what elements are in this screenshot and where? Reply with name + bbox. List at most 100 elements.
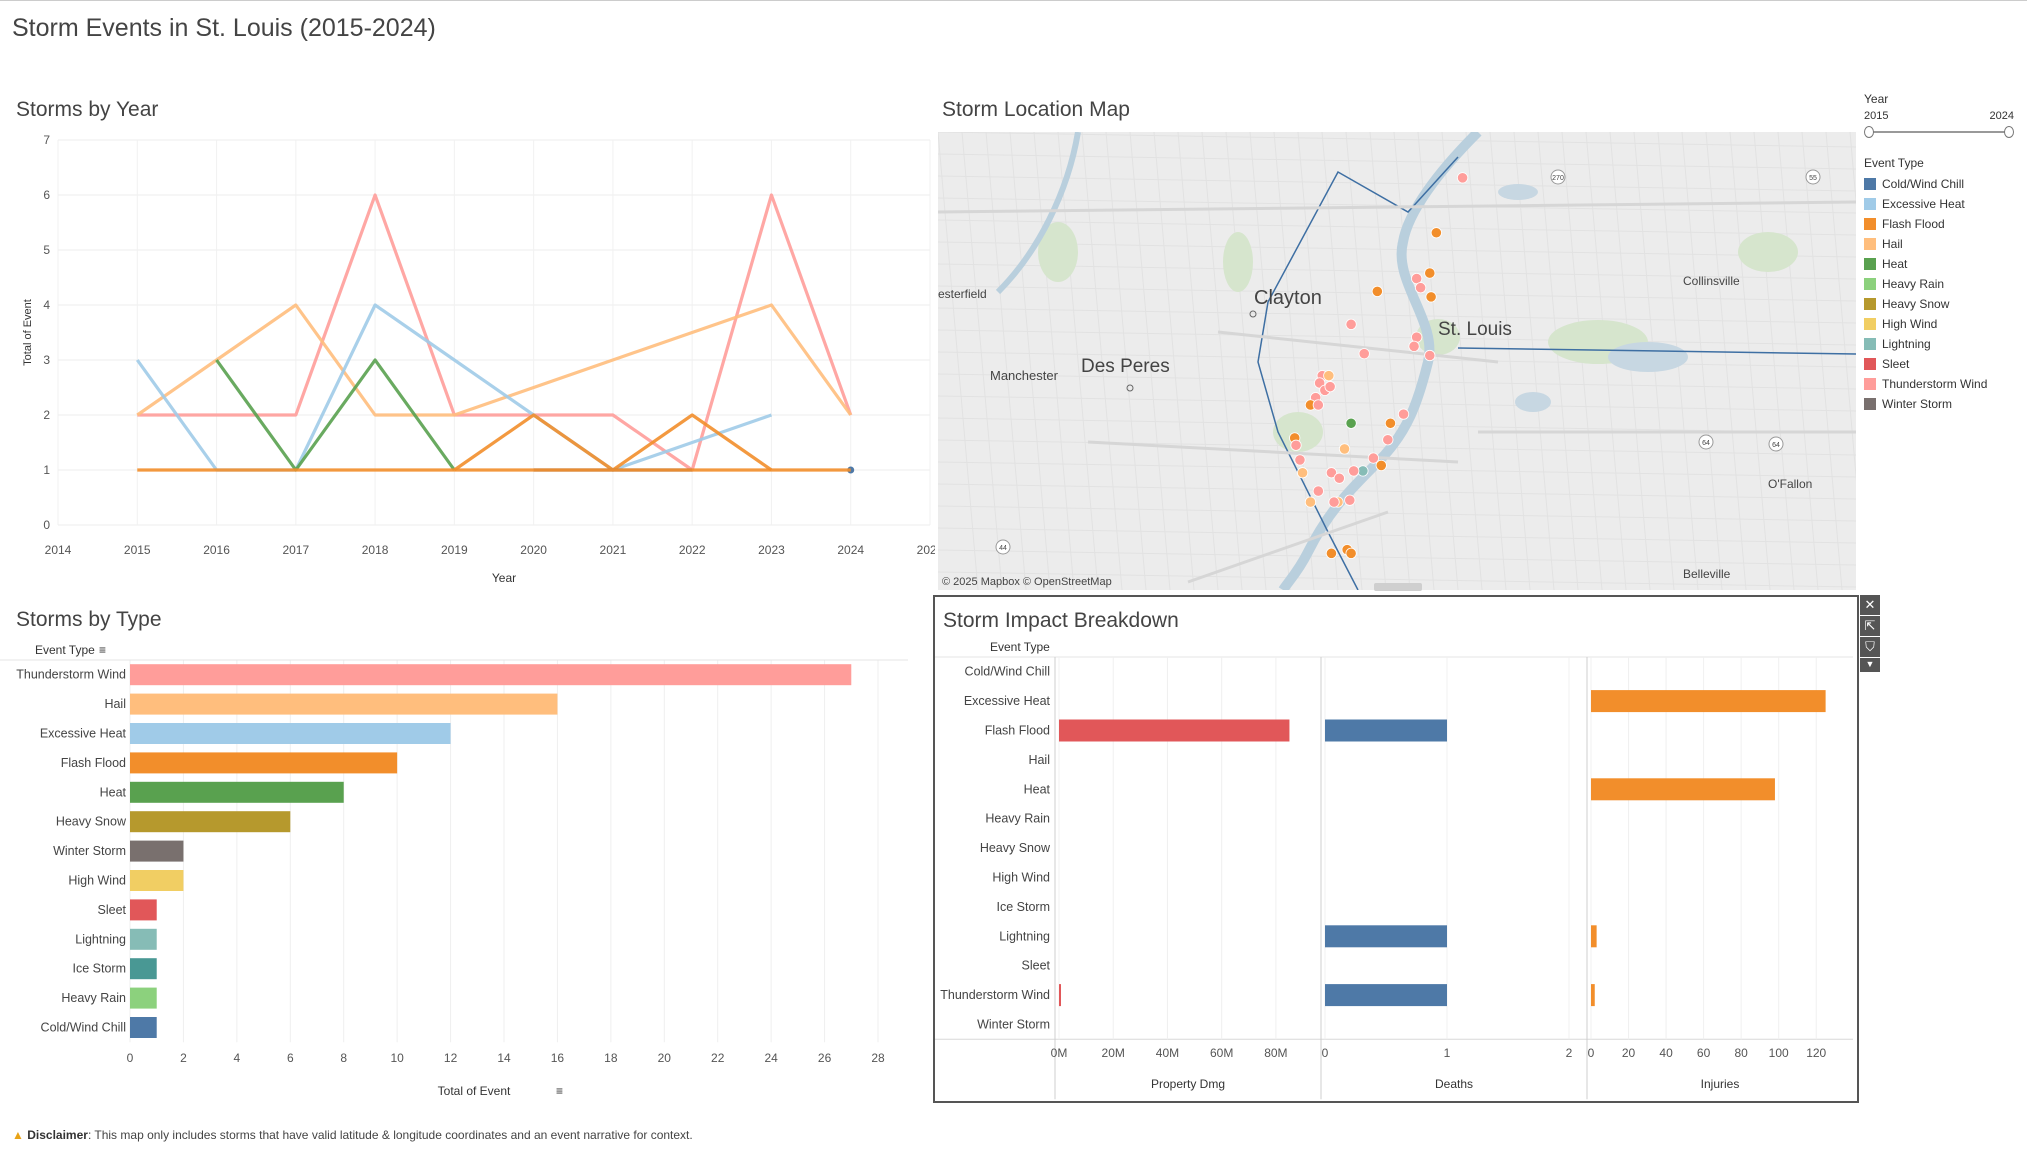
legend-swatch — [1864, 398, 1876, 410]
legend-item-excessive-heat[interactable]: Excessive Heat — [1864, 194, 2024, 214]
legend-item-thunderstorm-wind[interactable]: Thunderstorm Wind — [1864, 374, 2024, 394]
storm-point-thunderstorm-wind — [1408, 340, 1420, 352]
storm-location-map[interactable]: 270 55 64 44 64 Clayton St. Louis Des Peres Manc… — [938, 132, 1856, 590]
category-label: Flash Flood — [61, 756, 126, 770]
storm-point-hail — [1338, 443, 1351, 455]
category-label: Lightning — [999, 929, 1050, 943]
highway-shield-label: 64 — [1772, 442, 1780, 449]
x-tick-label: 2024 — [837, 543, 864, 557]
legend-swatch — [1864, 218, 1876, 230]
storm-point-flash-flood — [1424, 267, 1436, 279]
storm-point-thunderstorm-wind — [1344, 494, 1356, 506]
legend-item-hail[interactable]: Hail — [1864, 234, 2024, 254]
x-tick-label: 2015 — [124, 543, 151, 557]
bar-injuries-excessive-heat — [1591, 690, 1826, 713]
legend-item-sleet[interactable]: Sleet — [1864, 354, 2024, 374]
bar-sleet — [130, 899, 157, 921]
bar-lightning — [130, 928, 157, 950]
bar-deaths-thunderstorm-wind — [1325, 984, 1447, 1007]
legend-label: Lightning — [1882, 337, 1931, 351]
place-label-des_peres: Des Peres — [1081, 356, 1170, 377]
event-type-legend: Cold/Wind Chill Excessive Heat Flash Flood… — [1864, 174, 2024, 414]
legend-item-winter-storm[interactable]: Winter Storm — [1864, 394, 2024, 414]
bar-excessive-heat — [130, 723, 451, 744]
storms-by-type-chart[interactable]: Event Type ≡0 2 4 6 8 10 12 14 16 18 20 22 24 26 28Thun… — [0, 640, 930, 1100]
category-label: Excessive Heat — [40, 727, 127, 741]
legend-swatch — [1864, 318, 1876, 330]
filters-panel: Year 2015 2024 Event Type Cold/Wind Chil… — [1864, 92, 2024, 414]
legend-item-high-wind[interactable]: High Wind — [1864, 314, 2024, 334]
x-tick-label: 80M — [1264, 1046, 1287, 1060]
bar-deaths-lightning — [1325, 925, 1447, 948]
category-label: Hail — [1028, 753, 1050, 767]
chevron-down-icon[interactable]: ▼ — [1860, 658, 1880, 672]
x-tick-label: 2023 — [758, 543, 785, 557]
legend-item-heavy-snow[interactable]: Heavy Snow — [1864, 294, 2024, 314]
legend-item-heat[interactable]: Heat — [1864, 254, 2024, 274]
category-header: Event Type — [990, 640, 1050, 654]
storm-point-thunderstorm-wind — [1415, 282, 1427, 294]
category-label: Thunderstorm Wind — [940, 988, 1050, 1002]
legend-swatch — [1864, 378, 1876, 390]
close-icon[interactable]: ✕ — [1860, 595, 1880, 615]
place-label-manchester: Manchester — [990, 368, 1059, 383]
storm-point-thunderstorm-wind — [1397, 408, 1410, 420]
year-slider-handle-min[interactable] — [1864, 126, 1874, 138]
disclaimer-label: Disclaimer — [27, 1128, 88, 1142]
storm-impact-chart[interactable]: Event Type Cold/Wind Chill Excessive Heat F… — [935, 637, 1857, 1101]
category-label: Heavy Snow — [980, 841, 1051, 855]
legend-item-cold-wind-chill[interactable]: Cold/Wind Chill — [1864, 174, 2024, 194]
filter-icon[interactable]: ⛉ — [1860, 637, 1880, 657]
x-tick-label: 2020 — [520, 543, 547, 557]
legend-item-lightning[interactable]: Lightning — [1864, 334, 2024, 354]
legend-label: Excessive Heat — [1882, 197, 1965, 211]
highway-shield-label: 44 — [999, 545, 1007, 552]
storm-point-thunderstorm-wind — [1294, 454, 1306, 466]
highway-shield-label: 55 — [1809, 175, 1817, 182]
bar-flash-flood — [130, 752, 398, 774]
x-tick-label: 2 — [180, 1051, 187, 1065]
y-tick-label: 5 — [43, 243, 50, 257]
bar-injuries-thunderstorm-wind — [1591, 984, 1595, 1007]
legend-item-flash-flood[interactable]: Flash Flood — [1864, 214, 2024, 234]
storm-point-thunderstorm-wind — [1312, 399, 1324, 411]
storm-point-thunderstorm-wind — [1382, 434, 1394, 446]
y-tick-label: 2 — [43, 408, 50, 422]
storm-point-hail — [1323, 370, 1335, 382]
storm-point-heat — [1345, 417, 1357, 429]
storm-point-flash-flood — [1425, 291, 1437, 303]
bar-ice-storm — [130, 958, 157, 980]
category-label: Heavy Snow — [56, 815, 127, 829]
x-tick-label: 10 — [390, 1051, 404, 1065]
category-label: Heavy Rain — [985, 812, 1050, 826]
legend-item-heavy-rain[interactable]: Heavy Rain — [1864, 274, 2024, 294]
legend-swatch — [1864, 358, 1876, 370]
place-label-collinsville: Collinsville — [1683, 274, 1740, 288]
storm-point-thunderstorm-wind — [1345, 318, 1357, 330]
event-type-legend-title: Event Type — [1864, 156, 1924, 170]
year-filter-min: 2015 — [1864, 110, 1889, 122]
category-label: Winter Storm — [977, 1018, 1050, 1032]
category-label: Sleet — [1022, 959, 1051, 973]
category-label: Cold/Wind Chill — [965, 665, 1050, 679]
map-park — [1223, 232, 1253, 292]
category-label: Excessive Heat — [964, 694, 1051, 708]
x-tick-label: 1 — [1444, 1046, 1451, 1060]
bar-high-wind — [130, 870, 184, 891]
map-resize-handle[interactable] — [1374, 583, 1422, 591]
storm-point-flash-flood — [1371, 285, 1383, 297]
impact-panel[interactable]: Storm Impact Breakdown Event Type Cold/Wi… — [933, 595, 1859, 1103]
year-slider-handle-max[interactable] — [2004, 126, 2014, 138]
x-tick-label: 16 — [551, 1051, 565, 1065]
storms-by-year-chart[interactable]: 0 1 2 3 4 5 6 7 2014 2015 2016 2017 2018 2019 2020 2021… — [0, 125, 935, 595]
storm-point-thunderstorm-wind — [1324, 381, 1336, 393]
legend-label: Heat — [1882, 257, 1908, 271]
year-range-slider[interactable] — [1864, 124, 2014, 140]
y-axis-title: Total of Event — [22, 299, 34, 366]
open-in-new-icon[interactable]: ⇱ — [1860, 616, 1880, 636]
storm-point-thunderstorm-wind — [1367, 452, 1379, 464]
x-tick-label: 2022 — [679, 543, 706, 557]
x-tick-label: 14 — [497, 1051, 511, 1065]
map-lake — [1498, 184, 1538, 200]
legend-label: Heavy Rain — [1882, 277, 1945, 291]
